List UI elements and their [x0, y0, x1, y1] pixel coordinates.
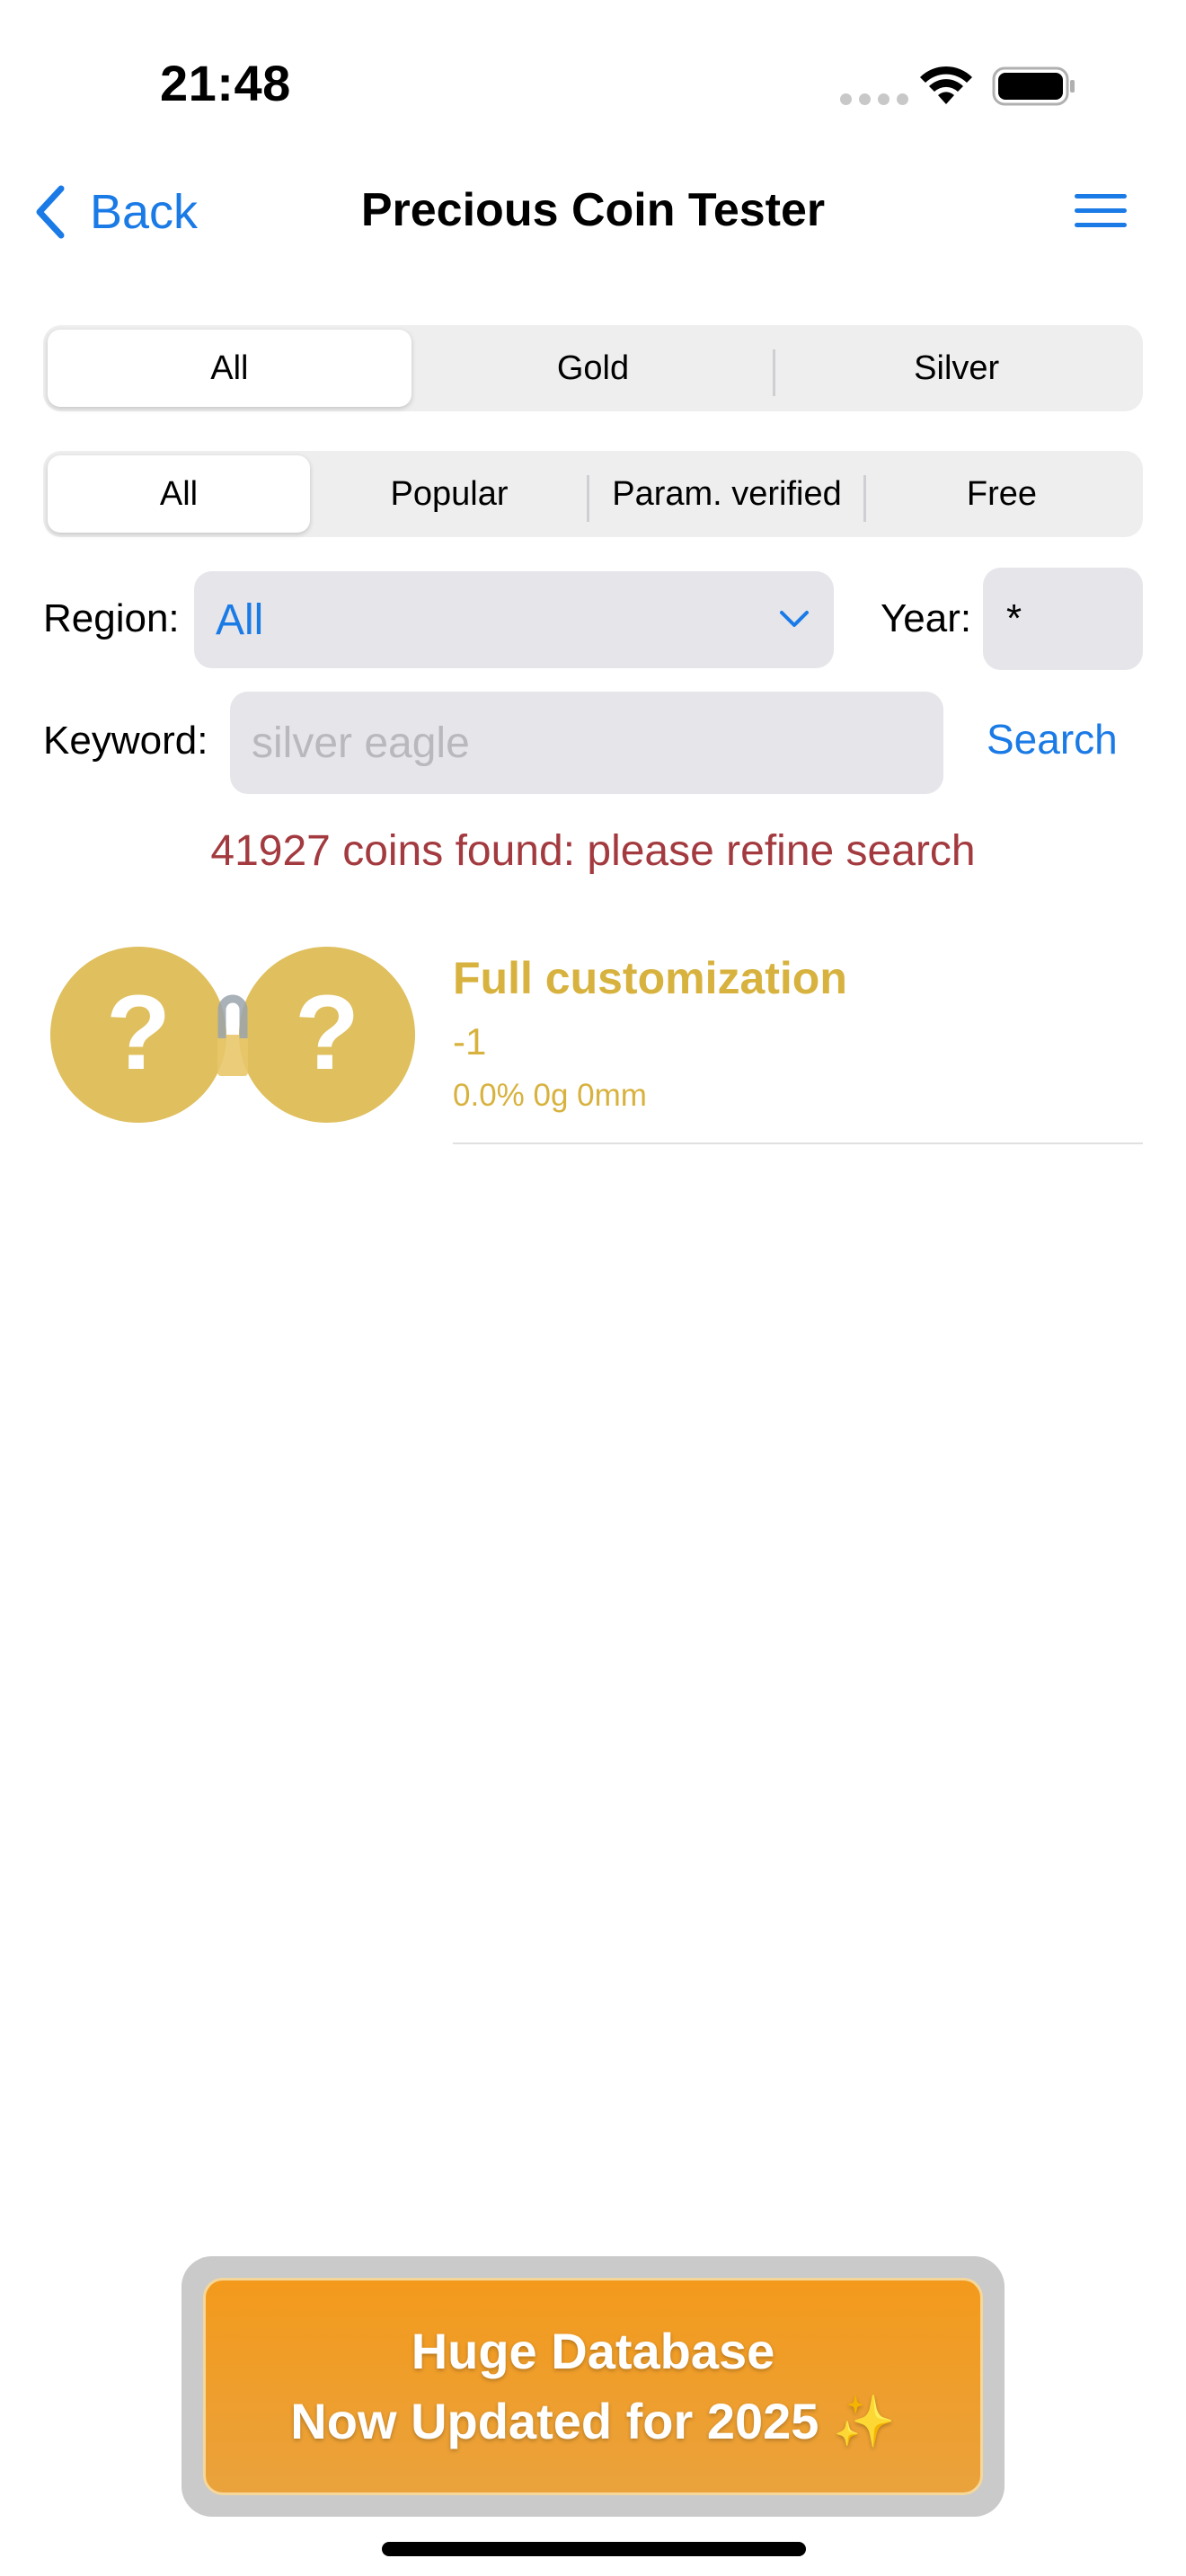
tab-all-metals[interactable]: All [48, 330, 412, 407]
coin-front-glyph: ? [106, 974, 171, 1092]
status-time: 21:48 [160, 55, 291, 111]
list-item[interactable]: ? ? Full customization -1 0.0% 0g 0mm [43, 943, 1143, 1145]
page-title: Precious Coin Tester [360, 184, 826, 236]
tab-free-label: Free [966, 474, 1038, 513]
home-indicator [382, 2542, 806, 2556]
tab-param-verified[interactable]: Param. verified [587, 455, 865, 533]
coin-subtitle: -1 [453, 1020, 487, 1063]
tab-silver[interactable]: Silver [773, 330, 1138, 407]
keyword-input[interactable]: silver eagle [230, 692, 943, 794]
region-label: Region: [43, 596, 180, 640]
tab-param-verified-label: Param. verified [612, 474, 842, 513]
region-value: All [216, 595, 264, 644]
coin-back-glyph: ? [295, 974, 359, 1092]
cellular-signal-icon [840, 93, 908, 105]
tab-free[interactable]: Free [863, 455, 1138, 533]
year-field[interactable]: * [983, 568, 1143, 670]
segment-divider [587, 475, 589, 522]
row-divider [453, 1142, 1143, 1144]
coin-specs: 0.0% 0g 0mm [453, 1078, 647, 1113]
filter-segmented-control: All Popular Param. verified Free [43, 451, 1143, 537]
coin-placeholder-icon: ? ? [50, 947, 415, 1123]
chevron-down-icon [780, 611, 809, 627]
promo-line-2: Now Updated for 2025 ✨ [290, 2393, 896, 2449]
segment-divider [773, 349, 776, 396]
metal-segmented-control: All Gold Silver [43, 325, 1143, 411]
tab-silver-label: Silver [914, 348, 1000, 387]
hamburger-menu-icon[interactable] [1075, 189, 1127, 232]
tab-popular[interactable]: Popular [310, 455, 589, 533]
promo-line-1: Huge Database [411, 2323, 775, 2379]
tab-gold[interactable]: Gold [412, 330, 775, 407]
tab-all-coins[interactable]: All [48, 455, 310, 533]
results-count-message: 41927 coins found: please refine search [210, 827, 976, 875]
search-button[interactable]: Search [987, 715, 1118, 763]
promo-banner: Huge Database Now Updated for 2025 ✨ [203, 2278, 983, 2495]
region-select[interactable]: All [194, 571, 834, 668]
coin-title: Full customization [453, 953, 847, 1003]
year-label: Year: [881, 596, 972, 640]
promo-banner-button[interactable]: Huge Database Now Updated for 2025 ✨ [181, 2256, 1005, 2517]
wifi-icon [920, 66, 972, 104]
battery-icon [992, 66, 1075, 106]
keyword-label: Keyword: [43, 719, 208, 763]
segment-divider [863, 475, 866, 522]
tab-gold-label: Gold [556, 348, 630, 387]
tab-popular-label: Popular [390, 474, 509, 513]
